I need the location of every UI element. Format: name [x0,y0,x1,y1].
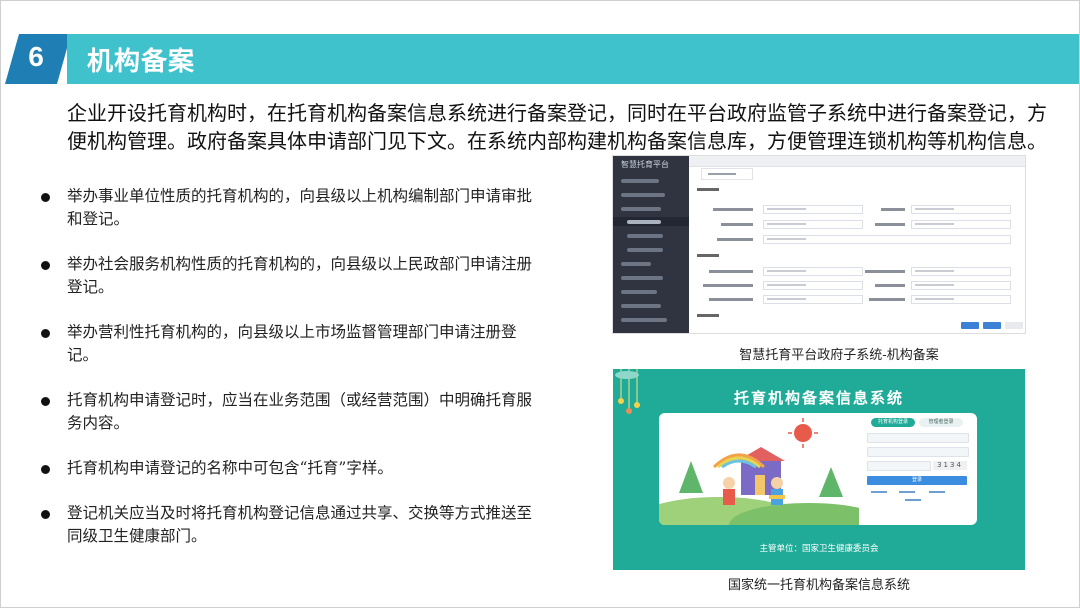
bullet-text: 举办营利性托育机构的，向县级以上市场监督管理部门申请注册登记。 [67,323,517,364]
section-title: 机构备案 [87,47,196,77]
screenshot-section-header [697,314,719,317]
bullet-text: 举办社会服务机构性质的托育机构的，向县级以上民政部门申请注册登记。 [67,255,533,296]
bullet-dot-icon [41,193,50,202]
gov-subsystem-screenshot: 智慧托育平台 [613,156,1025,333]
screenshot-form-field [763,267,863,276]
screenshot-form-field [911,295,1011,304]
bullet-text: 托育机构申请登记时，应当在业务范围（或经营范围）中明确托育服务内容。 [67,391,533,432]
bullet-item: 托育机构申请登记的名称中可包含“托育”字样。 [39,457,539,480]
captcha-input [867,461,931,471]
screenshot-field-label [875,284,905,287]
screenshot-sidebar-item [621,315,681,324]
bullet-item: 举办营利性托育机构的，向县级以上市场监督管理部门申请注册登记。 [39,321,539,367]
screenshot-sidebar-item [621,204,681,213]
screenshot-form-field [763,281,863,290]
screenshot-submit-button [983,322,1001,329]
screenshot-sidebar-item [627,245,687,254]
bullet-item: 举办社会服务机构性质的托育机构的，向县级以上民政部门申请注册登记。 [39,253,539,299]
screenshot-sidebar: 智慧托育平台 [613,156,689,333]
screenshot-field-label [721,223,753,226]
screenshot-form-field [763,220,863,229]
username-input [867,433,969,443]
login-tab-manager: 管理者登录 [919,418,963,427]
download-link [905,499,921,501]
screenshot-field-label [875,223,905,226]
screenshot-save-button [961,322,979,329]
screenshot-form-field [763,235,1011,244]
screenshot-sidebar-item [621,301,681,310]
screenshot-sidebar-item [627,231,687,240]
screenshot-field-label [709,270,753,273]
screenshot-sidebar-item [621,287,681,296]
password-input [867,447,969,457]
bullet-dot-icon [41,329,50,338]
bullet-item: 举办事业单位性质的托育机构的，向县级以上机构编制部门申请审批和登记。 [39,185,539,231]
screenshot-section-header [697,254,719,257]
login-tab-institution: 托育机构登录 [871,418,915,427]
kindergarten-illustration [659,413,859,525]
screenshot-sidebar-item-active [613,217,689,226]
screenshot-form-field [911,281,1011,290]
screenshot-app-name: 智慧托育平台 [621,160,669,169]
screenshot-form-field [911,205,1011,214]
section-number: 6 [28,41,44,72]
screenshot-form-field [763,295,863,304]
screenshot-form-field [911,267,1011,276]
screenshot-sidebar-item [621,259,681,268]
screenshot-section-header [697,188,719,191]
login-button: 登录 [867,476,967,485]
forgot-password-link [899,491,915,493]
bullet-list: 举办事业单位性质的托育机构的，向县级以上机构编制部门申请审批和登记。 举办社会服… [39,185,539,570]
bullet-dot-icon [41,397,50,406]
screenshot-form-tab [701,168,753,180]
screenshot-topbar [689,156,1025,167]
header-band [67,34,1079,84]
bullet-item: 登记机关应当及时将托育机构登记信息通过共享、交换等方式推送至同级卫生健康部门。 [39,502,539,548]
screenshot-field-label [713,208,753,211]
screenshot-sidebar-item [621,190,681,199]
filing-system-screenshot: 托育机构备案信息系统 托育机构登录 管理者登录 3134 登录 主管单位：国家卫… [613,369,1025,570]
help-link [929,491,945,493]
screenshot-form-field [911,220,1011,229]
captcha-image: 3134 [933,461,967,470]
bullet-dot-icon [41,261,50,270]
bullet-text: 托育机构申请登记的名称中可包含“托育”字样。 [67,459,393,477]
filing-system-title: 托育机构备案信息系统 [733,389,904,407]
slide: 6 机构备案 企业开设托育机构时，在托育机构备案信息系统进行备案登记，同时在平台… [0,0,1080,608]
filing-system-caption: 国家统一托育机构备案信息系统 [727,578,910,593]
screenshot-form-field [763,205,863,214]
screenshot-field-label [881,208,905,211]
bullet-text: 登记机关应当及时将托育机构登记信息通过共享、交换等方式推送至同级卫生健康部门。 [67,504,533,545]
bullet-dot-icon [41,465,50,474]
screenshot-sidebar-item [621,273,681,282]
screenshot-field-label [709,298,753,301]
screenshot-cancel-button [1005,322,1023,329]
bullet-dot-icon [41,510,50,519]
screenshot-field-label [869,298,905,301]
bullet-item: 托育机构申请登记时，应当在业务范围（或经营范围）中明确托育服务内容。 [39,389,539,435]
login-card: 托育机构登录 管理者登录 3134 登录 [659,413,977,525]
screenshot-field-label [865,270,905,273]
screenshot-field-label [703,284,753,287]
screenshot-field-label [717,238,753,241]
intro-paragraph: 企业开设托育机构时，在托育机构备案信息系统进行备案登记，同时在平台政府监管子系统… [67,101,1047,153]
bullet-text: 举办事业单位性质的托育机构的，向县级以上机构编制部门申请审批和登记。 [67,187,533,228]
screenshot-sidebar-item [621,176,681,185]
filing-system-footer: 主管单位：国家卫生健康委员会 [759,544,879,554]
gov-subsystem-caption: 智慧托育平台政府子系统-机构备案 [739,348,939,363]
register-link [871,491,887,493]
